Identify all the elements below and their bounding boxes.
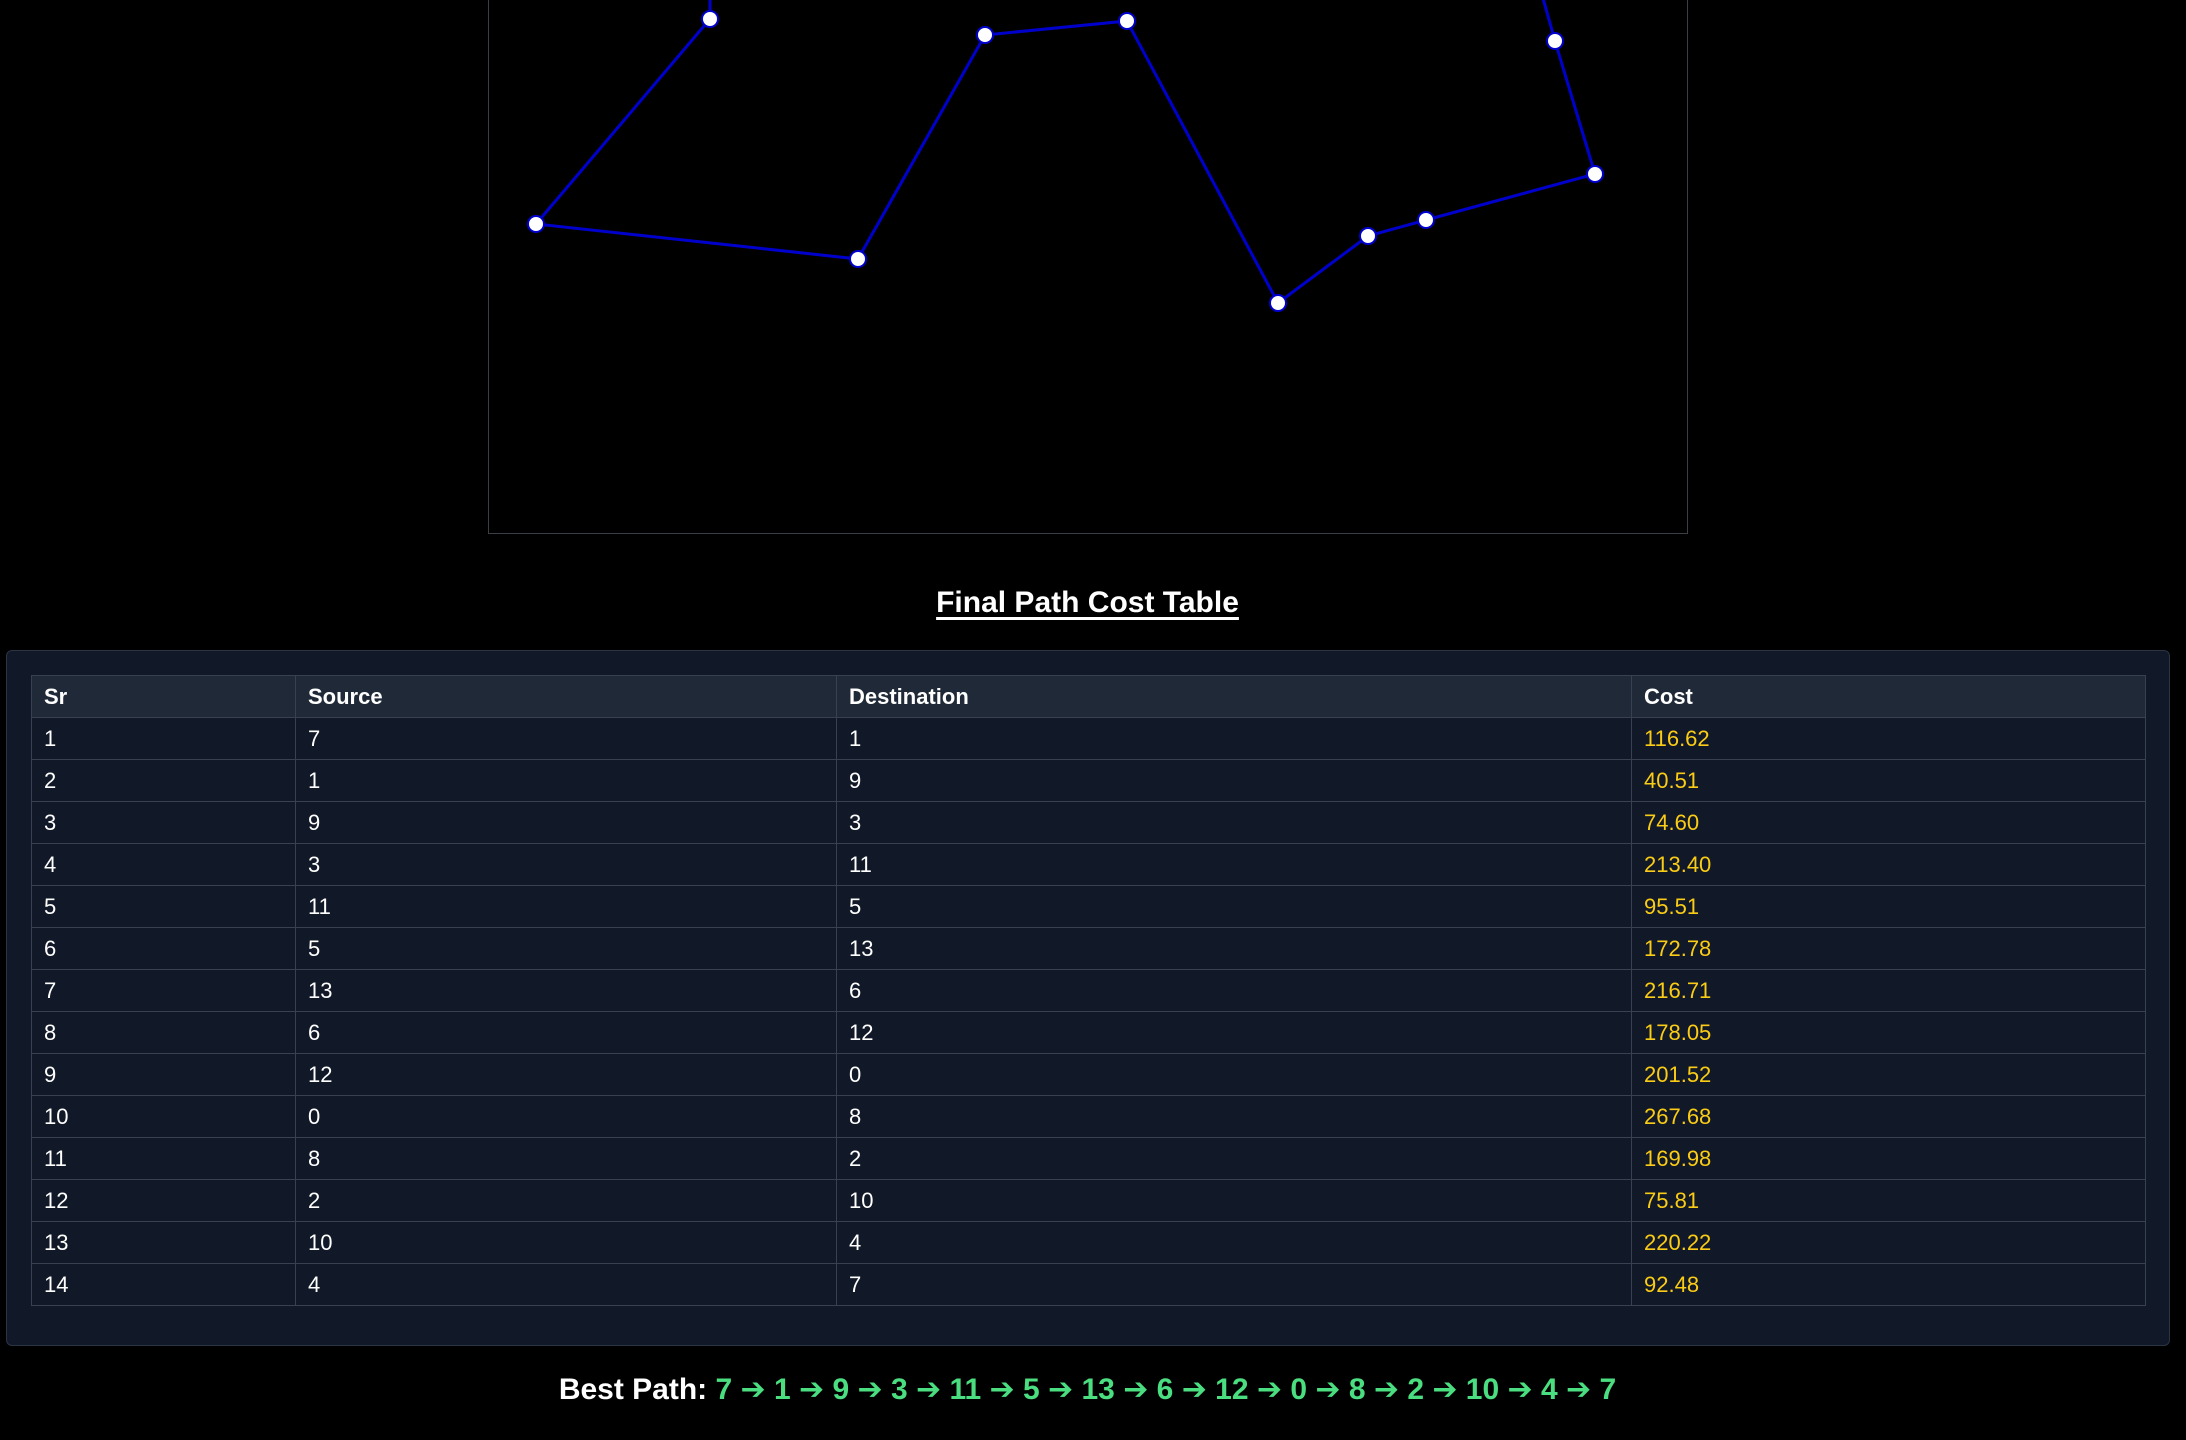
column-header-destination: Destination xyxy=(836,675,1632,718)
cell-sr: 8 xyxy=(31,1011,296,1054)
cell-destination: 12 xyxy=(836,1011,1632,1054)
cost-table: Sr Source Destination Cost 1 7 1 116.62 219… xyxy=(31,675,2146,1306)
table-row: 7 13 6 216.71 xyxy=(31,969,2146,1012)
tour-polyline xyxy=(533,0,1597,306)
table-row: 5 11 5 95.51 xyxy=(31,885,2146,928)
cell-cost: 172.78 xyxy=(1631,927,2146,970)
cell-source: 5 xyxy=(295,927,837,970)
graph-node xyxy=(527,215,545,233)
cell-sr: 10 xyxy=(31,1095,296,1138)
cell-source: 13 xyxy=(295,969,837,1012)
cell-sr: 2 xyxy=(31,759,296,802)
cell-sr: 5 xyxy=(31,885,296,928)
cell-source: 11 xyxy=(295,885,837,928)
cell-destination: 3 xyxy=(836,801,1632,844)
cell-source: 4 xyxy=(295,1263,837,1306)
cell-cost: 213.40 xyxy=(1631,843,2146,886)
graph-nodes xyxy=(527,10,1604,312)
graph-node xyxy=(1586,165,1604,183)
graph-node xyxy=(1417,211,1435,229)
cell-destination: 13 xyxy=(836,927,1632,970)
cell-destination: 7 xyxy=(836,1263,1632,1306)
cell-sr: 3 xyxy=(31,801,296,844)
cell-destination: 0 xyxy=(836,1053,1632,1096)
cell-sr: 13 xyxy=(31,1221,296,1264)
graph-edges xyxy=(533,0,1597,306)
cell-source: 6 xyxy=(295,1011,837,1054)
cell-sr: 7 xyxy=(31,969,296,1012)
table-row: 14 4 7 92.48 xyxy=(31,1263,2146,1306)
column-header-cost: Cost xyxy=(1631,675,2146,718)
path-graph-canvas xyxy=(488,0,1688,534)
cell-cost: 267.68 xyxy=(1631,1095,2146,1138)
path-graph-svg xyxy=(527,0,1604,312)
cell-cost: 169.98 xyxy=(1631,1137,2146,1180)
best-path: Best Path: 7 ➔ 1 ➔ 9 ➔ 3 ➔ 11 ➔ 5 ➔ 13 ➔… xyxy=(0,1372,2175,1407)
table-row: 2 1 9 40.51 xyxy=(31,759,2146,802)
cell-destination: 11 xyxy=(836,843,1632,886)
cell-destination: 4 xyxy=(836,1221,1632,1264)
cell-sr: 14 xyxy=(31,1263,296,1306)
graph-node xyxy=(1269,294,1287,312)
cell-sr: 11 xyxy=(31,1137,296,1180)
graph-node xyxy=(976,26,994,44)
graph-node xyxy=(1546,32,1564,50)
cell-sr: 6 xyxy=(31,927,296,970)
table-row: 8 6 12 178.05 xyxy=(31,1011,2146,1054)
cell-source: 1 xyxy=(295,759,837,802)
cell-source: 10 xyxy=(295,1221,837,1264)
cell-source: 7 xyxy=(295,717,837,760)
graph-node xyxy=(1118,12,1136,30)
table-row: 4 3 11 213.40 xyxy=(31,843,2146,886)
cell-cost: 40.51 xyxy=(1631,759,2146,802)
column-header-sr: Sr xyxy=(31,675,296,718)
cell-cost: 220.22 xyxy=(1631,1221,2146,1264)
table-row: 10 0 8 267.68 xyxy=(31,1095,2146,1138)
cell-cost: 95.51 xyxy=(1631,885,2146,928)
cell-source: 12 xyxy=(295,1053,837,1096)
cell-source: 0 xyxy=(295,1095,837,1138)
table-row: 9 12 0 201.52 xyxy=(31,1053,2146,1096)
table-row: 1 7 1 116.62 xyxy=(31,717,2146,760)
cell-sr: 12 xyxy=(31,1179,296,1222)
cell-sr: 9 xyxy=(31,1053,296,1096)
cell-sr: 4 xyxy=(31,843,296,886)
table-row: 3 9 3 74.60 xyxy=(31,801,2146,844)
cell-destination: 2 xyxy=(836,1137,1632,1180)
graph-node xyxy=(849,250,867,268)
cell-destination: 9 xyxy=(836,759,1632,802)
cell-cost: 116.62 xyxy=(1631,717,2146,760)
cell-destination: 1 xyxy=(836,717,1632,760)
column-header-source: Source xyxy=(295,675,837,718)
cell-source: 2 xyxy=(295,1179,837,1222)
best-path-label: Best Path: xyxy=(558,1373,708,1406)
table-header-row: Sr Source Destination Cost xyxy=(31,675,2146,718)
table-row: 6 5 13 172.78 xyxy=(31,927,2146,970)
graph-node xyxy=(1359,227,1377,245)
cost-table-panel: Sr Source Destination Cost 1 7 1 116.62 219… xyxy=(6,650,2170,1346)
cell-cost: 75.81 xyxy=(1631,1179,2146,1222)
cell-destination: 5 xyxy=(836,885,1632,928)
cell-destination: 10 xyxy=(836,1179,1632,1222)
cell-cost: 178.05 xyxy=(1631,1011,2146,1054)
cell-source: 8 xyxy=(295,1137,837,1180)
best-path-value: 7 ➔ 1 ➔ 9 ➔ 3 ➔ 11 ➔ 5 ➔ 13 ➔ 6 ➔ 12 ➔ 0… xyxy=(715,1373,1617,1406)
table-row: 13 10 4 220.22 xyxy=(31,1221,2146,1264)
cell-source: 9 xyxy=(295,801,837,844)
cell-cost: 216.71 xyxy=(1631,969,2146,1012)
cell-destination: 8 xyxy=(836,1095,1632,1138)
table-title: Final Path Cost Table xyxy=(936,586,1239,619)
cell-cost: 92.48 xyxy=(1631,1263,2146,1306)
cell-source: 3 xyxy=(295,843,837,886)
table-row: 12 2 10 75.81 xyxy=(31,1179,2146,1222)
cell-cost: 74.60 xyxy=(1631,801,2146,844)
cell-sr: 1 xyxy=(31,717,296,760)
graph-node xyxy=(701,10,719,28)
cell-cost: 201.52 xyxy=(1631,1053,2146,1096)
cell-destination: 6 xyxy=(836,969,1632,1012)
table-row: 11 8 2 169.98 xyxy=(31,1137,2146,1180)
